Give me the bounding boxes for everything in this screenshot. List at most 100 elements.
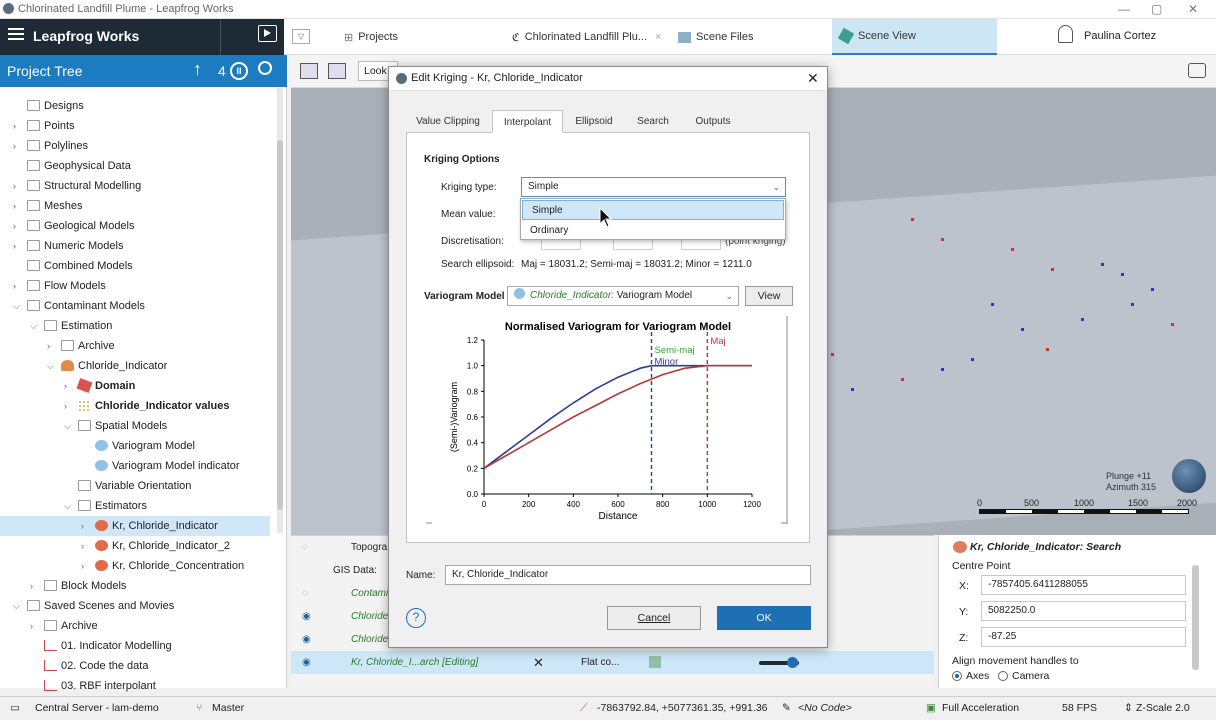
help-icon[interactable]: ?	[406, 608, 426, 628]
tree-item[interactable]: ⌵ Estimators	[0, 496, 270, 516]
tree-item[interactable]: › Flow Models	[0, 276, 270, 296]
tab-scene-view[interactable]: Scene View	[832, 19, 997, 55]
close-tab-icon[interactable]: ×	[655, 31, 661, 43]
close-window-icon[interactable]: ✕	[1188, 2, 1198, 16]
chevron-right-icon[interactable]: ›	[13, 216, 23, 236]
tree-item[interactable]: 02. Code the data	[0, 656, 270, 676]
layout-icon[interactable]	[328, 63, 346, 79]
chevron-right-icon[interactable]: ›	[13, 236, 23, 256]
tree-item[interactable]: Variogram Model indicator	[0, 456, 270, 476]
tree-item[interactable]: 01. Indicator Modelling	[0, 636, 270, 656]
axes-radio[interactable]	[952, 671, 962, 681]
tab-outputs[interactable]: Outputs	[684, 110, 742, 133]
tree-item[interactable]: Designs	[0, 96, 270, 116]
tree-item[interactable]: › Kr, Chloride_Indicator	[0, 516, 270, 536]
tree-item[interactable]: › Structural Modelling	[0, 176, 270, 196]
tree-item[interactable]: › Meshes	[0, 196, 270, 216]
hamburger-menu-icon[interactable]	[8, 28, 24, 30]
chevron-right-icon[interactable]: ›	[13, 196, 23, 216]
close-icon[interactable]: ✕	[807, 70, 819, 87]
chevron-down-icon[interactable]: ⌵	[64, 416, 74, 436]
chevron-right-icon[interactable]: ›	[13, 136, 23, 156]
tree-item[interactable]: › Domain	[0, 376, 270, 396]
visibility-icon[interactable]: ◉	[302, 628, 311, 651]
tree-item[interactable]: › Chloride_Indicator values	[0, 396, 270, 416]
zscale-readout[interactable]: Z-Scale 2.0	[1136, 702, 1190, 714]
tree-item[interactable]: ⌵ Estimation	[0, 316, 270, 336]
tree-item[interactable]: › Kr, Chloride_Concentration	[0, 556, 270, 576]
tree-item[interactable]: ⌵ Spatial Models	[0, 416, 270, 436]
tab-value-clipping[interactable]: Value Clipping	[408, 110, 488, 133]
pause-icon[interactable]: II	[230, 62, 248, 80]
tab-search[interactable]: Search	[624, 110, 682, 133]
color-swatch[interactable]	[649, 656, 661, 668]
chevron-right-icon[interactable]: ›	[13, 276, 23, 296]
tree-item[interactable]: › Points	[0, 116, 270, 136]
chevron-right-icon[interactable]: ›	[64, 376, 74, 396]
chevron-right-icon[interactable]: ›	[47, 336, 57, 356]
chevron-down-icon[interactable]: ⌵	[47, 356, 57, 376]
chevron-right-icon[interactable]: ›	[13, 176, 23, 196]
tab-interpolant[interactable]: Interpolant	[492, 110, 563, 133]
play-icon[interactable]	[258, 25, 277, 42]
tree-item[interactable]: › Kr, Chloride_Indicator_2	[0, 536, 270, 556]
chevron-right-icon[interactable]: ›	[30, 576, 40, 596]
centre-x-input[interactable]: -7857405.6411288055	[981, 575, 1186, 595]
chevron-right-icon[interactable]: ›	[30, 616, 40, 636]
chevron-down-icon[interactable]: ⌵	[13, 296, 23, 316]
chevron-right-icon[interactable]: ›	[81, 556, 91, 576]
tree-item[interactable]: ⌵ Contaminant Models	[0, 296, 270, 316]
visibility-icon[interactable]: ◉	[302, 605, 311, 628]
camera-radio[interactable]	[998, 671, 1008, 681]
search-icon[interactable]	[258, 61, 272, 75]
chevron-right-icon[interactable]: ›	[81, 536, 91, 556]
code-status[interactable]: <No Code>	[798, 702, 852, 714]
tree-item[interactable]: › Block Models	[0, 576, 270, 596]
centre-y-input[interactable]: 5082250.0	[981, 601, 1186, 621]
chevron-right-icon[interactable]: ›	[64, 396, 74, 416]
kriging-type-select[interactable]: Simple ⌄	[521, 177, 786, 197]
minimize-icon[interactable]: —	[1118, 2, 1130, 16]
tree-item[interactable]: Variable Orientation	[0, 476, 270, 496]
tree-item[interactable]: › Archive	[0, 336, 270, 356]
tree-item[interactable]: Variogram Model	[0, 436, 270, 456]
visibility-off-icon[interactable]: ◌	[302, 536, 308, 559]
tree-item[interactable]: › Polylines	[0, 136, 270, 156]
maximize-icon[interactable]: ▢	[1151, 2, 1162, 16]
tree-item[interactable]: › Numeric Models	[0, 236, 270, 256]
tree-item[interactable]: › Archive	[0, 616, 270, 636]
arrow-up-icon[interactable]: ↑	[193, 59, 202, 80]
chevron-down-icon[interactable]: ⌵	[13, 596, 23, 616]
camera-icon[interactable]	[1188, 63, 1206, 78]
visibility-off-icon[interactable]: ◌	[302, 582, 308, 605]
tree-item[interactable]: ⌵ Chloride_Indicator	[0, 356, 270, 376]
cancel-button[interactable]: Cancel	[607, 606, 701, 630]
option-simple[interactable]: Simple	[522, 200, 784, 220]
tab-project[interactable]: ℭ Chlorinated Landfill Plu... ×	[504, 19, 664, 55]
tree-item[interactable]: Geophysical Data	[0, 156, 270, 176]
variogram-model-select[interactable]: Chloride_Indicator: Variogram Model ⌄	[507, 286, 739, 306]
list-item-editing[interactable]: ◉ Kr, Chloride_I...arch [Editing] ✕ Flat co…	[291, 651, 934, 674]
name-input[interactable]: Kr, Chloride_Indicator	[445, 565, 811, 585]
tab-ellipsoid[interactable]: Ellipsoid	[566, 110, 622, 133]
tab-projects[interactable]: ⊞ Projects	[336, 19, 496, 55]
chevron-right-icon[interactable]: ›	[81, 516, 91, 536]
properties-scrollbar[interactable]	[1192, 565, 1199, 670]
tree-item[interactable]: Combined Models	[0, 256, 270, 276]
branch-name[interactable]: Master	[212, 702, 244, 714]
ok-button[interactable]: OK	[717, 606, 811, 630]
server-status[interactable]: Central Server - lam-demo	[35, 702, 159, 714]
chevron-down-icon[interactable]: ▽	[292, 29, 310, 44]
tree-scrollbar-thumb[interactable]	[277, 140, 283, 510]
tree-item[interactable]: 03. RBF interpolant	[0, 676, 270, 696]
tree-item[interactable]: ⌵ Saved Scenes and Movies	[0, 596, 270, 616]
chevron-down-icon[interactable]: ⌵	[64, 496, 74, 516]
chevron-down-icon[interactable]: ⌵	[30, 316, 40, 336]
user-name[interactable]: Paulina Cortez	[1084, 30, 1156, 42]
visibility-icon[interactable]: ◉	[302, 651, 311, 674]
close-icon[interactable]: ✕	[533, 651, 544, 674]
view-button[interactable]: View	[745, 286, 793, 306]
centre-z-input[interactable]: -87.25	[981, 627, 1186, 647]
opacity-slider-handle[interactable]	[787, 657, 798, 668]
chevron-right-icon[interactable]: ›	[13, 116, 23, 136]
